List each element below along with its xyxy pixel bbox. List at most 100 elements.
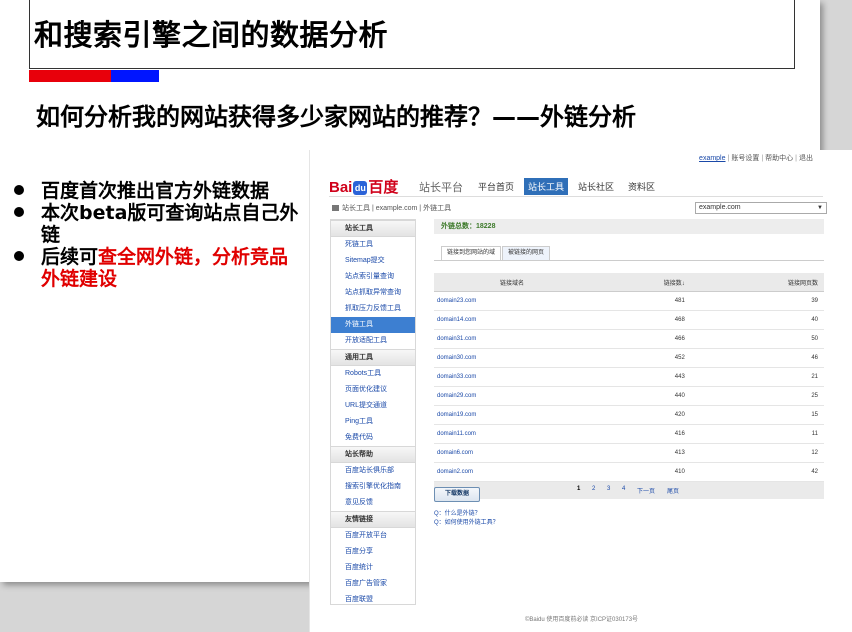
sidebar-item[interactable]: 免费代码	[331, 430, 415, 446]
bullet-dot-icon	[14, 207, 24, 217]
table-row: domain19.com 420 15	[434, 405, 824, 425]
breadcrumb-item[interactable]: example.com	[376, 205, 418, 212]
sidebar-item[interactable]: 抓取压力反馈工具	[331, 301, 415, 317]
sidebar-item[interactable]: 百度联盟	[331, 592, 415, 608]
bullet-dot-icon	[14, 251, 24, 261]
sidebar-item[interactable]: URL提交通道	[331, 398, 415, 414]
sidebar-item[interactable]: 百度广告管家	[331, 576, 415, 592]
download-data-button[interactable]: 下载数据	[434, 487, 480, 502]
last-page-link[interactable]: 尾页	[667, 486, 679, 495]
page-2[interactable]: 2	[592, 486, 595, 492]
link-count: 443	[590, 367, 691, 387]
link-count: 410	[590, 462, 691, 482]
sidebar-item[interactable]: 百度分享	[331, 544, 415, 560]
sidebar-item[interactable]: 百度站长俱乐部	[331, 463, 415, 479]
table-row: domain6.com 413 12	[434, 443, 824, 463]
sidebar-item[interactable]: Ping工具	[331, 414, 415, 430]
domain-link[interactable]: domain19.com	[434, 405, 590, 425]
domain-link[interactable]: domain30.com	[434, 348, 590, 368]
tab-linking-domains[interactable]: 链接到您网站的域	[441, 246, 502, 260]
table-row: domain29.com 440 25	[434, 386, 824, 406]
domain-link[interactable]: domain11.com	[434, 424, 590, 444]
table-row: domain23.com 481 39	[434, 291, 824, 311]
breadcrumb-item[interactable]: 站长工具	[342, 205, 370, 212]
tab-linked-pages[interactable]: 被链接的网页	[502, 246, 551, 260]
blue-accent-bar	[111, 70, 159, 82]
linked-pages-count: 11	[690, 424, 824, 444]
link-count: 481	[590, 291, 691, 311]
chevron-down-icon: ▼	[817, 205, 823, 211]
faq-how-to-use[interactable]: Q：如何使用外链工具？	[434, 519, 499, 528]
domain-link[interactable]: domain23.com	[434, 291, 590, 311]
sidebar-item[interactable]: 开放适配工具	[331, 333, 415, 349]
logout-link[interactable]: 退出	[799, 155, 813, 162]
linked-pages-count: 42	[690, 462, 824, 482]
linked-pages-count: 25	[690, 386, 824, 406]
nav-home[interactable]: 平台首页	[474, 178, 518, 195]
link-count: 440	[590, 386, 691, 406]
logo-bai: Bai	[329, 179, 353, 196]
help-center-link[interactable]: 帮助中心	[765, 155, 793, 162]
site-select[interactable]: example.com ▼	[695, 202, 827, 214]
next-page-link[interactable]: 下一页	[637, 486, 655, 495]
table-row: domain2.com 410 42	[434, 462, 824, 482]
bullet-item: 本次beta版可查询站点自己外链	[12, 202, 307, 246]
nav-resources[interactable]: 资料区	[624, 178, 659, 195]
sidebar-item[interactable]: Sitemap提交	[331, 253, 415, 269]
baidu-logo[interactable]: Bai du 百度	[329, 176, 398, 197]
link-count: 416	[590, 424, 691, 444]
col-link-count[interactable]: 链接数↓	[590, 273, 691, 292]
linked-pages-count: 39	[690, 291, 824, 311]
table-row: domain30.com 452 46	[434, 348, 824, 368]
domain-link[interactable]: domain29.com	[434, 386, 590, 406]
sidebar: 站长工具 死链工具 Sitemap提交 站点索引量查询 站点抓取异常查询 抓取压力反馈工具…	[330, 219, 416, 605]
nav-tools[interactable]: 站长工具	[524, 178, 569, 195]
bullet-text: 本次beta版可查询站点自己外链	[41, 202, 299, 246]
slide-subtitle: 如何分析我的网站获得多少家网站的推荐？——外链分析	[36, 103, 636, 131]
table-row: domain31.com 466 50	[434, 329, 824, 349]
page-3[interactable]: 3	[607, 486, 610, 492]
backlink-table: 链接域名 链接数↓ 链接网页数 domain23.com 481 39 domain1…	[434, 273, 824, 482]
link-count: 466	[590, 329, 691, 349]
col-linked-pages[interactable]: 链接网页数	[690, 273, 824, 292]
sidebar-item[interactable]: 站点抓取异常查询	[331, 285, 415, 301]
faq-links: Q：什么是外链？ Q：如何使用外链工具？	[434, 510, 499, 528]
header-divider	[329, 196, 823, 197]
top-links: example | 账号设置 | 帮助中心 | 退出	[699, 155, 813, 162]
account-settings-link[interactable]: 账号设置	[731, 155, 759, 162]
sidebar-item[interactable]: 百度开放平台	[331, 528, 415, 544]
col-domain[interactable]: 链接域名	[434, 273, 590, 292]
sidebar-section-heading: 站长工具	[331, 220, 415, 237]
domain-link[interactable]: domain31.com	[434, 329, 590, 349]
link-count: 420	[590, 405, 691, 425]
main-content: 外链总数：18228 链接到您网站的域 被链接的网页 链接域名 链接数↓ 链接网…	[434, 219, 824, 499]
total-backlinks: 外链总数：18228	[434, 219, 824, 234]
platform-name: 站长平台	[419, 182, 463, 194]
main-nav: 平台首页 站长工具 站长社区 资料区	[474, 178, 659, 195]
paw-icon: du	[353, 181, 368, 195]
sidebar-item[interactable]: 外链工具	[331, 317, 415, 333]
faq-what-is-backlink[interactable]: Q：什么是外链？	[434, 510, 499, 519]
sidebar-item[interactable]: 搜索引擎优化指南	[331, 479, 415, 495]
tab-bar: 链接到您网站的域 被链接的网页	[434, 246, 824, 261]
domain-link[interactable]: domain33.com	[434, 367, 590, 387]
sidebar-item[interactable]: Robots工具	[331, 366, 415, 382]
linked-pages-count: 15	[690, 405, 824, 425]
sidebar-item[interactable]: 站点索引量查询	[331, 269, 415, 285]
sidebar-item[interactable]: 死链工具	[331, 237, 415, 253]
nav-community[interactable]: 站长社区	[574, 178, 618, 195]
sidebar-item[interactable]: 页面优化建议	[331, 382, 415, 398]
sidebar-section-heading: 通用工具	[331, 349, 415, 366]
domain-link[interactable]: domain14.com	[434, 310, 590, 330]
sidebar-section-heading: 站长帮助	[331, 446, 415, 463]
domain-link[interactable]: domain2.com	[434, 462, 590, 482]
domain-link[interactable]: domain6.com	[434, 443, 590, 463]
sidebar-item[interactable]: 百度统计	[331, 560, 415, 576]
sidebar-item[interactable]: 意见反馈	[331, 495, 415, 511]
link-count: 468	[590, 310, 691, 330]
linked-pages-count: 50	[690, 329, 824, 349]
page-1[interactable]: 1	[577, 486, 580, 492]
slide-title: 和搜索引擎之间的数据分析	[34, 18, 389, 52]
user-link[interactable]: example	[699, 155, 725, 162]
page-4[interactable]: 4	[622, 486, 625, 492]
